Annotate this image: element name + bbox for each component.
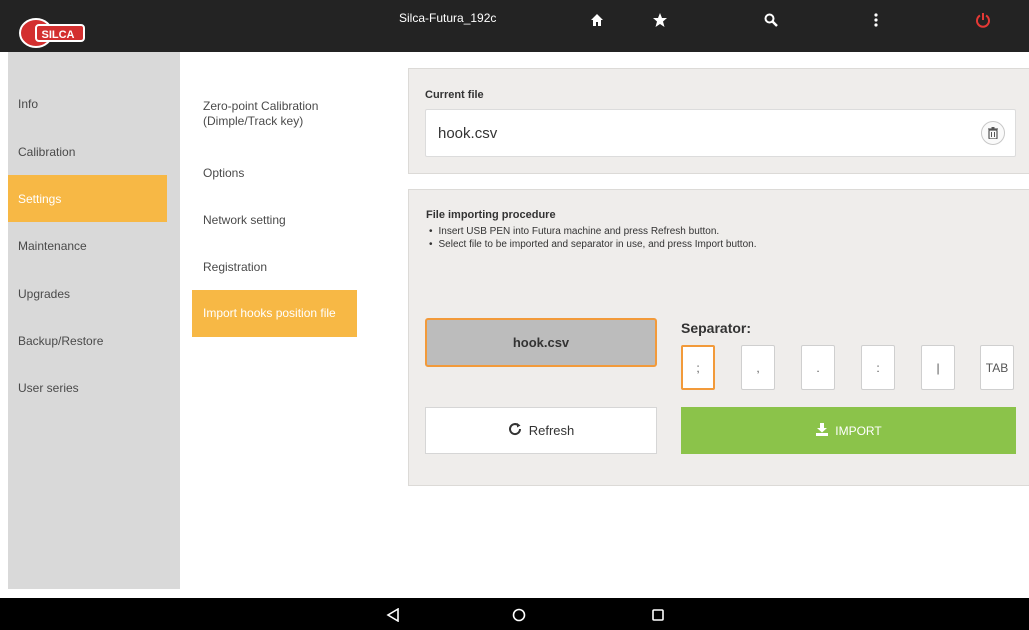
back-icon[interactable] [384,606,402,624]
silca-logo: SILCA [18,10,90,50]
more-vertical-icon[interactable] [864,8,888,32]
sidebar: Info Calibration Settings Maintenance Up… [8,52,180,589]
current-file-title: Current file [425,89,484,101]
submenu-item-options[interactable]: Options [192,166,357,181]
current-file-panel: Current file hook.csv [408,68,1029,174]
separator-comma-button[interactable]: , [741,345,775,390]
import-label: IMPORT [835,423,882,438]
sidebar-item-maintenance[interactable]: Maintenance [8,222,167,269]
navigation-bar [0,598,1029,630]
current-file-field: hook.csv [425,109,1016,157]
import-procedure-title: File importing procedure [426,209,556,221]
sidebar-item-upgrades[interactable]: Upgrades [8,270,167,317]
submenu-item-network-setting[interactable]: Network setting [192,213,357,228]
sidebar-item-user-series[interactable]: User series [8,364,167,411]
trash-icon[interactable] [981,121,1005,145]
separator-label: Separator: [681,320,752,336]
home-circle-icon[interactable] [510,606,528,624]
current-file-value: hook.csv [438,125,498,142]
search-icon[interactable] [759,8,783,32]
import-steps: Insert USB PEN into Futura machine and p… [429,225,757,251]
separator-colon-button[interactable]: : [861,345,895,390]
separator-semicolon-button[interactable]: ; [681,345,715,390]
import-panel: File importing procedure Insert USB PEN … [408,189,1029,486]
refresh-label: Refresh [528,423,575,438]
power-icon[interactable] [971,8,995,32]
sidebar-item-settings[interactable]: Settings [8,175,167,222]
download-icon [815,422,829,439]
separator-tab-button[interactable]: TAB [980,345,1014,390]
star-icon[interactable] [648,8,672,32]
separator-pipe-button[interactable]: | [921,345,955,390]
submenu-item-registration[interactable]: Registration [192,260,357,275]
sidebar-item-calibration[interactable]: Calibration [8,128,167,175]
import-button[interactable]: IMPORT [681,407,1016,454]
file-select-button[interactable]: hook.csv [425,318,657,367]
submenu-item-import-hooks[interactable]: Import hooks position file [192,290,357,337]
device-name: Silca-Futura_192c [399,11,497,25]
top-bar: SILCA Silca-Futura_192c [0,0,1029,52]
import-step: Select file to be imported and separator… [429,238,757,251]
import-step: Insert USB PEN into Futura machine and p… [429,225,756,238]
logo-text: SILCA [42,29,75,41]
recents-icon[interactable] [649,606,667,624]
separator-period-button[interactable]: . [801,345,835,390]
submenu-item-zero-point-calibration[interactable]: Zero-point Calibration (Dimple/Track key… [192,99,342,129]
refresh-button[interactable]: Refresh [425,407,657,454]
sidebar-item-info[interactable]: Info [8,80,167,127]
sidebar-item-backup-restore[interactable]: Backup/Restore [8,317,167,364]
refresh-icon [508,422,522,439]
home-icon[interactable] [585,8,609,32]
